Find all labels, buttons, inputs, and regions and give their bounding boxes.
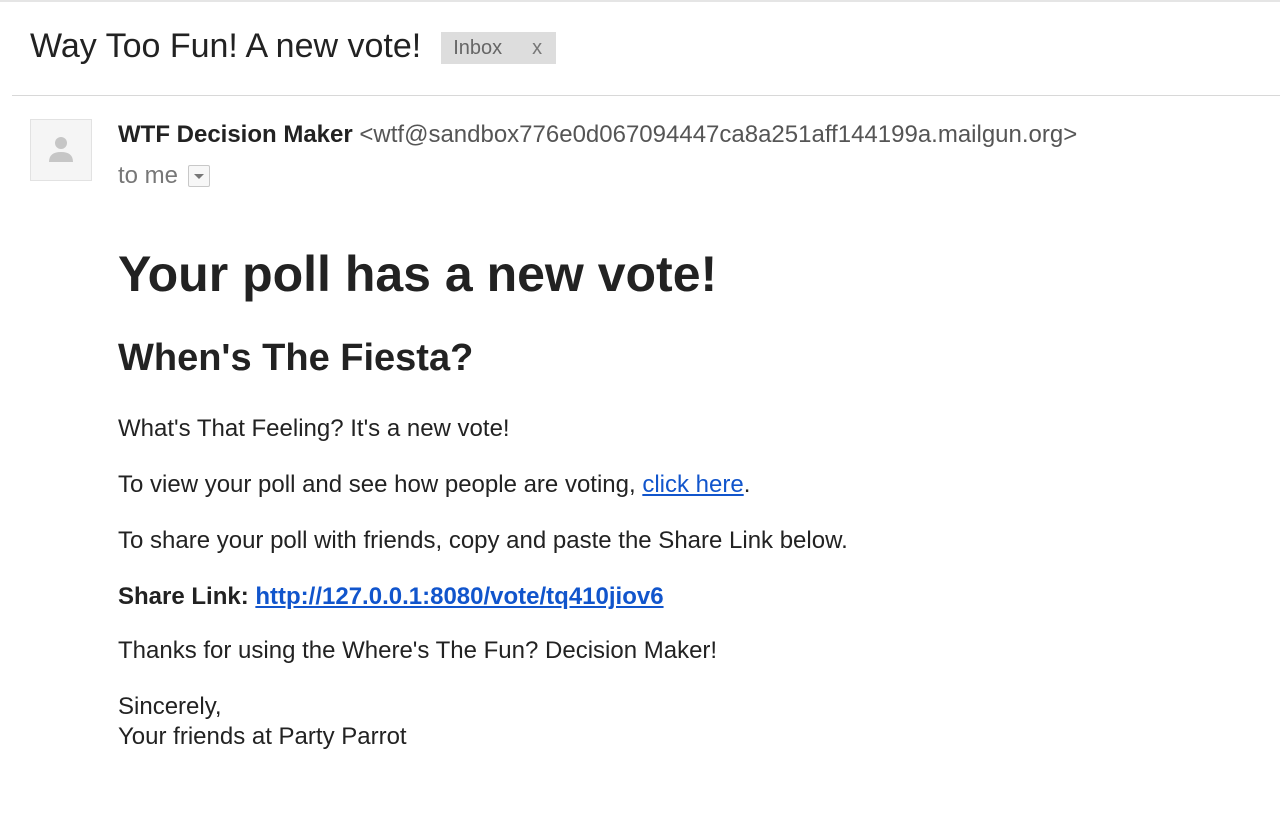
sender-email: <wtf@sandbox776e0d067094447ca8a251aff144… (359, 121, 1078, 148)
label-chip-text[interactable]: Inbox (453, 32, 502, 64)
body-heading: Your poll has a new vote! (118, 246, 718, 302)
share-link-label: Share Link: (118, 583, 249, 610)
signature-text: Your friends at Party Parrot (118, 723, 407, 750)
share-link-paragraph: Share Link: http://127.0.0.1:8080/vote/t… (118, 582, 1218, 612)
view-poll-text: To view your poll and see how people are… (118, 471, 643, 498)
intro-text: What's That Feeling? It's a new vote! (118, 415, 510, 442)
show-details-button[interactable] (188, 165, 211, 187)
thanks-text: Thanks for using the Where's The Fun? De… (118, 637, 718, 664)
sender-avatar[interactable] (30, 119, 92, 181)
label-chip-inbox[interactable]: Inbox x (441, 32, 557, 64)
view-poll-end: . (743, 471, 751, 498)
view-poll-link[interactable]: click here (642, 471, 743, 498)
share-link-url[interactable]: http://127.0.0.1:8080/vote/tq410jiov6 (255, 583, 663, 610)
email-subject: Way Too Fun! A new vote! (30, 27, 422, 65)
signoff-text: Sincerely, (118, 693, 222, 720)
sender-name[interactable]: WTF Decision Maker (118, 121, 353, 148)
person-icon (49, 137, 73, 162)
recipient-text: to me (118, 162, 179, 189)
recipient-line: to me (118, 161, 211, 191)
remove-label-button[interactable]: x (532, 32, 542, 64)
email-body: Your poll has a new vote! When's The Fie… (118, 240, 1218, 752)
view-poll-paragraph: To view your poll and see how people are… (118, 470, 1218, 500)
header-divider (12, 95, 1280, 96)
top-border (0, 0, 1280, 2)
poll-title: When's The Fiesta? (118, 337, 474, 379)
share-instructions: To share your poll with friends, copy an… (118, 527, 848, 554)
caret-down-icon (194, 174, 205, 179)
sender-line: WTF Decision Maker <wtf@sandbox776e0d067… (118, 120, 1077, 150)
subject-bar: Way Too Fun! A new vote! Inbox x (30, 24, 557, 68)
